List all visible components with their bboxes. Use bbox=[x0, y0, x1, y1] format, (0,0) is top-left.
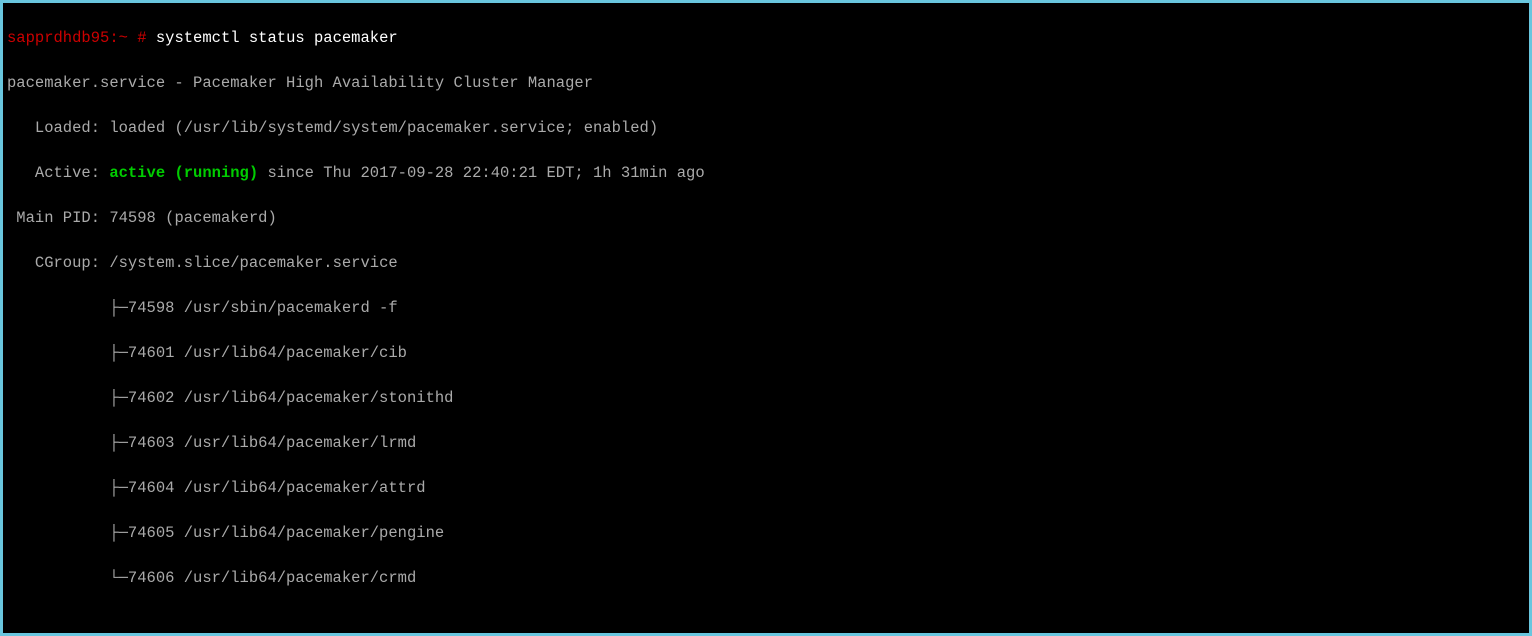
blank-line bbox=[7, 612, 1525, 633]
active-line: Active: active (running) since Thu 2017-… bbox=[7, 162, 1525, 184]
command-line: sapprdhdb95:~ # systemctl status pacemak… bbox=[7, 27, 1525, 49]
loaded-line: Loaded: loaded (/usr/lib/systemd/system/… bbox=[7, 117, 1525, 139]
command-text: systemctl status pacemaker bbox=[147, 29, 398, 47]
cgroup-value: /system.slice/pacemaker.service bbox=[109, 254, 397, 272]
cgroup-label: CGroup: bbox=[7, 254, 109, 272]
tree-item: ├─74602 /usr/lib64/pacemaker/stonithd bbox=[7, 387, 1525, 409]
cgroup-line: CGroup: /system.slice/pacemaker.service bbox=[7, 252, 1525, 274]
active-label: Active: bbox=[7, 164, 109, 182]
tree-item: ├─74605 /usr/lib64/pacemaker/pengine bbox=[7, 522, 1525, 544]
loaded-label: Loaded: bbox=[7, 119, 109, 137]
service-header: pacemaker.service - Pacemaker High Avail… bbox=[7, 72, 1525, 94]
pid-line: Main PID: 74598 (pacemakerd) bbox=[7, 207, 1525, 229]
tree-item: ├─74603 /usr/lib64/pacemaker/lrmd bbox=[7, 432, 1525, 454]
tree-item: ├─74601 /usr/lib64/pacemaker/cib bbox=[7, 342, 1525, 364]
prompt-host: sapprdhdb95:~ bbox=[7, 29, 137, 47]
terminal-window[interactable]: sapprdhdb95:~ # systemctl status pacemak… bbox=[3, 3, 1529, 633]
tree-item: ├─74604 /usr/lib64/pacemaker/attrd bbox=[7, 477, 1525, 499]
active-since: since Thu 2017-09-28 22:40:21 EDT; 1h 31… bbox=[258, 164, 704, 182]
loaded-value: loaded (/usr/lib/systemd/system/pacemake… bbox=[109, 119, 658, 137]
pid-label: Main PID: bbox=[7, 209, 109, 227]
prompt-hash: # bbox=[137, 29, 146, 47]
tree-item: └─74606 /usr/lib64/pacemaker/crmd bbox=[7, 567, 1525, 589]
pid-value: 74598 (pacemakerd) bbox=[109, 209, 276, 227]
active-status: active (running) bbox=[109, 164, 258, 182]
tree-item: ├─74598 /usr/sbin/pacemakerd -f bbox=[7, 297, 1525, 319]
